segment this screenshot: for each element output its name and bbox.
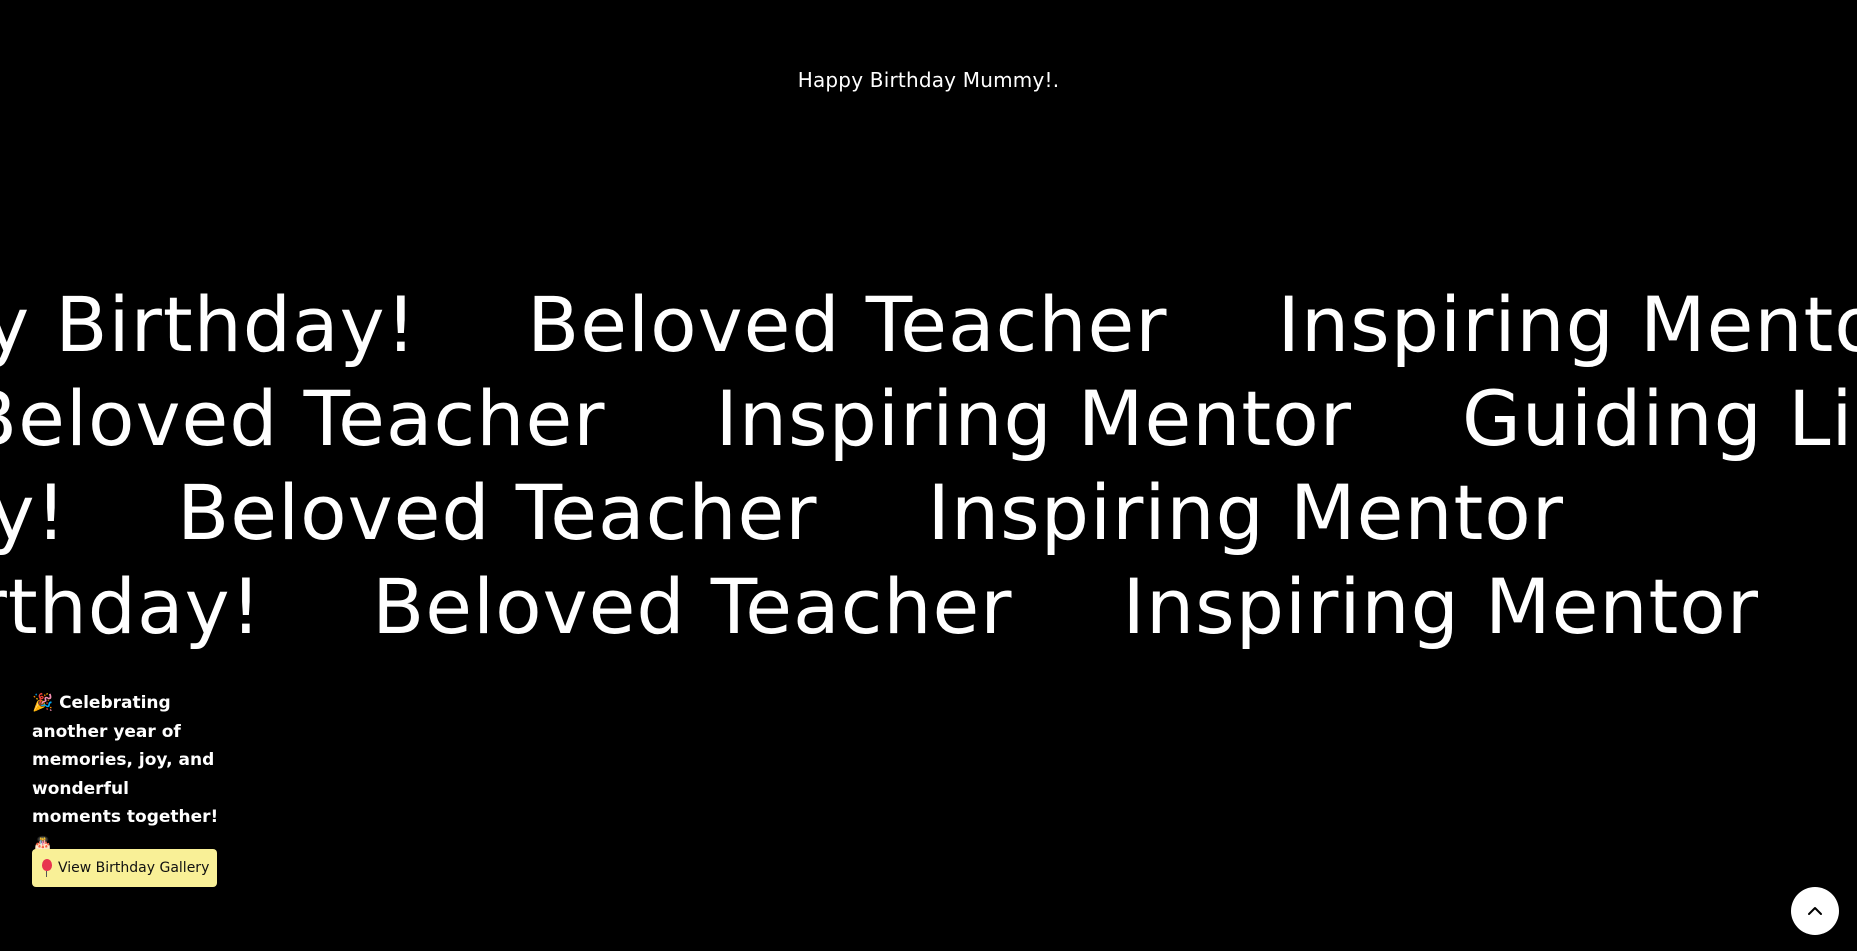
page-title: Happy Birthday Mummy!. (797, 68, 1060, 92)
marquee-word: Beloved Teacher (177, 468, 818, 557)
marquee-word: Happy Birthday! (0, 280, 418, 369)
scrolling-marquee: Happy Birthday!Beloved TeacherInspiring … (0, 278, 1857, 658)
marquee-word: Inspiring Mentor (1122, 562, 1760, 651)
balloon-icon (42, 859, 52, 877)
marquee-word: Inspiring Mentor (715, 374, 1352, 463)
marquee-word: Happy Birthday! (0, 468, 68, 557)
scroll-to-top-button[interactable] (1791, 887, 1839, 935)
marquee-word: Guiding Light (1461, 374, 1857, 463)
marquee-word: Inspiring Mentor (1277, 280, 1857, 369)
marquee-word: Happy Birthday! (0, 562, 263, 651)
marquee-word: Beloved Teacher (0, 374, 606, 463)
chevron-up-icon (1806, 902, 1824, 920)
view-gallery-button-label: View Birthday Gallery (58, 860, 210, 876)
marquee-row-3: Happy Birthday! Beloved Teacher Inspiring … (0, 466, 1674, 560)
marquee-row-1: Happy Birthday! Beloved Teacher Inspiring … (0, 278, 1857, 372)
celebration-tagline: 🎉 Celebrating another year of memories, … (32, 693, 219, 856)
marquee-row-2: Beloved Teacher Inspiring Mentor Guiding L… (0, 372, 1857, 466)
marquee-word: Beloved Teacher (372, 562, 1013, 651)
marquee-row-4: Happy Birthday! Beloved Teacher Inspiring … (0, 560, 1857, 654)
view-gallery-button[interactable]: View Birthday Gallery (32, 849, 218, 887)
marquee-word: Beloved Teacher (527, 280, 1168, 369)
marquee-word: Inspiring Mentor (927, 468, 1565, 557)
